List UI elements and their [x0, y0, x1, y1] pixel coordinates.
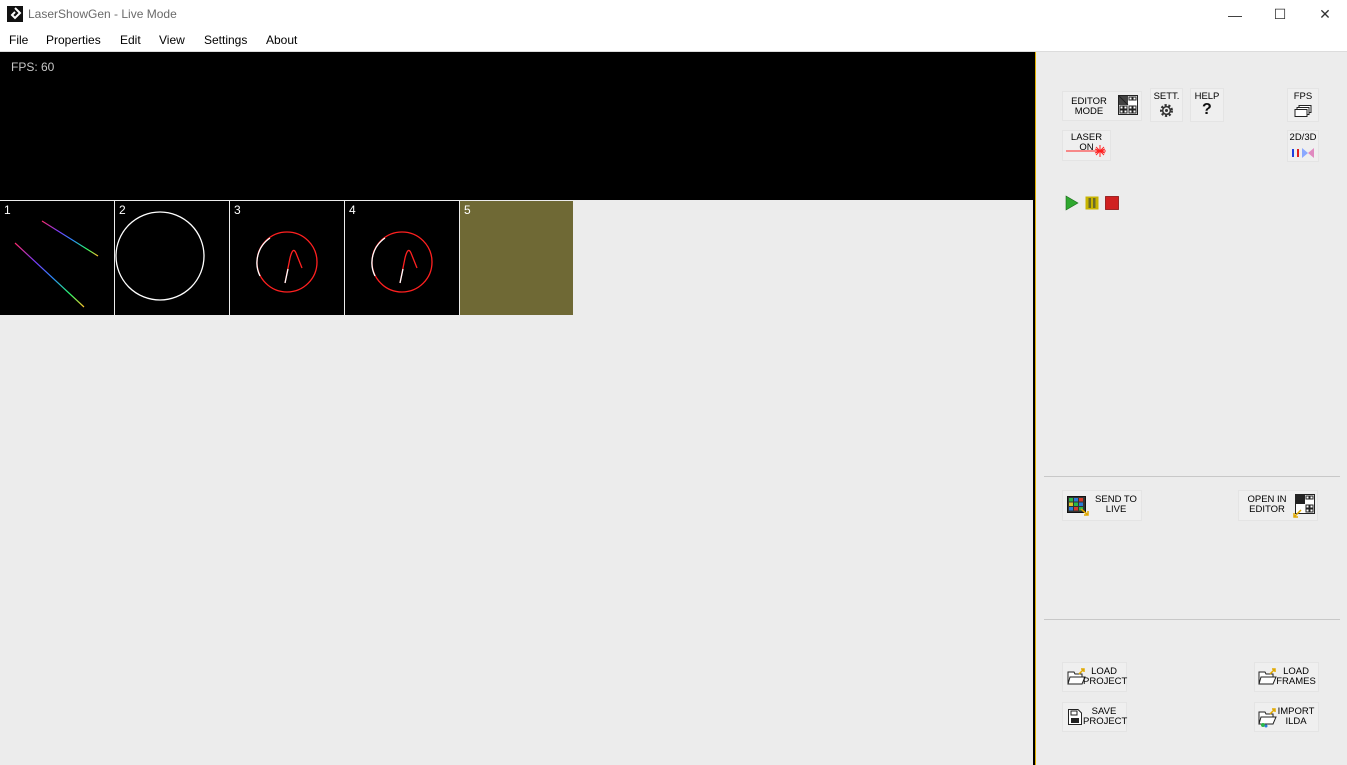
close-icon: ✕	[1319, 6, 1331, 22]
send-to-live-button[interactable]: SEND TO LIVE	[1062, 490, 1142, 521]
laser-on-button[interactable]: LASER ON	[1062, 130, 1111, 161]
menu-about[interactable]: About	[266, 33, 297, 47]
pause-icon	[1085, 196, 1099, 210]
menu-view[interactable]: View	[159, 33, 185, 47]
frame-tile-3[interactable]: 3	[230, 201, 344, 315]
fps-readout: FPS: 60	[11, 60, 55, 74]
minimize-icon: —	[1228, 6, 1242, 23]
editor-grid-icon	[1118, 95, 1138, 120]
laser-preview[interactable]: FPS: 60	[0, 52, 1033, 200]
2d3d-glasses-icon	[1291, 146, 1315, 164]
help-button[interactable]: HELP ?	[1190, 88, 1224, 122]
settings-button[interactable]: SETT.	[1150, 88, 1183, 122]
frame-number: 1	[4, 203, 11, 217]
frame-number: 2	[119, 203, 126, 217]
window-title: LaserShowGen - Live Mode	[28, 7, 177, 21]
open-in-editor-icon	[1293, 494, 1315, 523]
maximize-icon: ☐	[1273, 6, 1287, 22]
frame-2-thumbnail	[115, 211, 205, 301]
pause-button[interactable]	[1085, 196, 1099, 210]
frame-tile-2[interactable]: 2	[115, 201, 229, 315]
fps-label: FPS	[1293, 91, 1313, 102]
frames-stack-icon	[1294, 104, 1312, 122]
app-logo-icon	[7, 6, 23, 22]
save-file-icon	[1068, 709, 1082, 730]
panel-separator	[1044, 619, 1340, 620]
play-icon	[1065, 195, 1079, 211]
frame-number: 3	[234, 203, 241, 217]
question-mark-icon: ?	[1202, 101, 1212, 118]
menu-properties[interactable]: Properties	[46, 33, 101, 47]
import-ilda-label-2: ILDA	[1285, 716, 1307, 727]
send-to-live-icon	[1067, 496, 1089, 521]
save-project-label-2: PROJECT	[1083, 716, 1128, 727]
send-to-live-label-2: LIVE	[1105, 504, 1127, 515]
maximize-button[interactable]: ☐	[1257, 0, 1303, 29]
menu-edit[interactable]: Edit	[120, 33, 141, 47]
view-2d3d-button[interactable]: 2D/3D	[1287, 130, 1319, 162]
editor-mode-button[interactable]: EDITOR MODE	[1062, 91, 1142, 121]
menu-bar: File Properties Edit View Settings About	[0, 29, 1347, 52]
load-project-label-2: PROJECT	[1083, 676, 1128, 687]
open-in-editor-button[interactable]: OPEN IN EDITOR	[1238, 490, 1318, 521]
frame-tile-1[interactable]: 1	[0, 201, 114, 315]
frame-tile-4[interactable]: 4	[345, 201, 459, 315]
menu-file[interactable]: File	[9, 33, 28, 47]
close-button[interactable]: ✕	[1302, 0, 1347, 29]
frame-3-thumbnail	[256, 231, 318, 293]
minimize-button[interactable]: —	[1212, 0, 1258, 29]
stop-icon	[1105, 196, 1119, 210]
title-bar: LaserShowGen - Live Mode — ☐ ✕	[0, 0, 1347, 29]
load-frames-button[interactable]: LOAD FRAMES	[1254, 662, 1319, 692]
frame-number: 5	[464, 203, 471, 217]
frame-4-thumbnail	[371, 231, 433, 293]
stop-button[interactable]	[1105, 196, 1119, 210]
import-ilda-button[interactable]: IMPORT ILDA	[1254, 702, 1319, 732]
frame-1-thumbnail	[14, 220, 99, 308]
frame-tile-5[interactable]: 5	[460, 201, 573, 315]
fps-button[interactable]: FPS	[1287, 88, 1319, 122]
play-button[interactable]	[1064, 195, 1080, 211]
load-frames-label-2: FRAMES	[1276, 676, 1316, 687]
open-in-editor-label-2: EDITOR	[1249, 504, 1285, 515]
load-project-button[interactable]: LOAD PROJECT	[1062, 662, 1127, 692]
frame-number: 4	[349, 203, 356, 217]
settings-label: SETT.	[1153, 91, 1180, 102]
view-2d3d-label: 2D/3D	[1289, 132, 1317, 143]
save-project-button[interactable]: SAVE PROJECT	[1062, 702, 1127, 732]
gear-icon	[1158, 102, 1175, 124]
menu-settings[interactable]: Settings	[204, 33, 247, 47]
panel-separator	[1044, 476, 1340, 477]
editor-mode-label-2: MODE	[1074, 106, 1104, 117]
laser-beam-icon	[1066, 144, 1108, 163]
